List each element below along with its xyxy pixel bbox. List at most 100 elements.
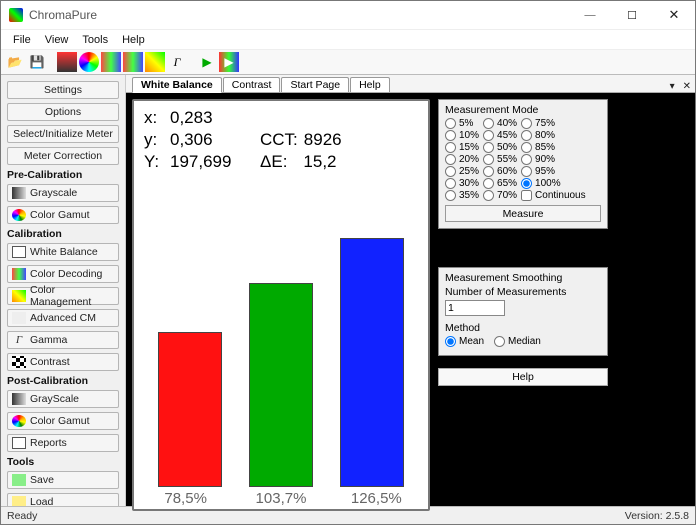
sidebar-color-decoding[interactable]: Color Decoding — [7, 265, 119, 283]
gamma-icon: Γ — [12, 334, 26, 346]
meas-radio-10%[interactable]: 10% — [445, 130, 479, 141]
meas-radio-45%[interactable]: 45% — [483, 130, 517, 141]
meas-radio-90%[interactable]: 90% — [521, 154, 586, 165]
gamut-icon — [12, 209, 26, 221]
meas-radio-75%[interactable]: 75% — [521, 118, 586, 129]
window-title: ChromaPure — [29, 8, 569, 22]
sidebar-contrast[interactable]: Contrast — [7, 353, 119, 371]
menu-bar: File View Tools Help — [1, 29, 695, 49]
bar-red-label: 78,5% — [143, 490, 229, 507]
meas-radio-60%[interactable]: 60% — [483, 166, 517, 177]
tab-contrast[interactable]: Contrast — [223, 77, 281, 92]
bar-labels: 78,5% 103,7% 126,5% — [134, 490, 428, 507]
y-value: 0,306 — [170, 129, 260, 151]
meas-radio-80%[interactable]: 80% — [521, 130, 586, 141]
menu-view[interactable]: View — [39, 32, 75, 48]
bar-blue-label: 126,5% — [333, 490, 419, 507]
meas-radio-100%[interactable]: 100% — [521, 178, 586, 189]
sidebar-group-tools: Tools — [7, 456, 119, 468]
stage: x: 0,283 y: 0,306 CCT: 8926 Y: 197,699 Δ… — [126, 93, 695, 506]
sidebar-color-management[interactable]: Color Management — [7, 287, 119, 305]
toolbar-cm-icon[interactable] — [145, 52, 165, 72]
meas-radio-25%[interactable]: 25% — [445, 166, 479, 177]
sidebar-white-balance[interactable]: White Balance — [7, 243, 119, 261]
tab-start-page[interactable]: Start Page — [281, 77, 349, 92]
tab-row: White Balance Contrast Start Page Help ▾… — [126, 75, 695, 93]
meas-radio-20%[interactable]: 20% — [445, 154, 479, 165]
sidebar-color-gamut[interactable]: Color Gamut — [7, 206, 119, 224]
meas-radio-65%[interactable]: 65% — [483, 178, 517, 189]
toolbar-grayscale-icon[interactable] — [57, 52, 77, 72]
sidebar-load[interactable]: Load — [7, 493, 119, 506]
close-button[interactable]: ✕ — [653, 1, 695, 29]
sidebar-advanced-cm[interactable]: Advanced CM — [7, 309, 119, 327]
status-left: Ready — [7, 510, 37, 522]
toolbar-play-multi-icon[interactable]: ▶ — [219, 52, 239, 72]
menu-tools[interactable]: Tools — [76, 32, 114, 48]
sidebar-reports[interactable]: Reports — [7, 434, 119, 452]
toolbar-open-icon[interactable]: 📂 — [5, 52, 25, 72]
meas-radio-70%[interactable]: 70% — [483, 190, 517, 201]
sidebar-save[interactable]: Save — [7, 471, 119, 489]
sidebar-options[interactable]: Options — [7, 103, 119, 121]
status-version: Version: 2.5.8 — [625, 510, 689, 522]
sidebar-group-postcal: Post-Calibration — [7, 375, 119, 387]
tab-white-balance[interactable]: White Balance — [132, 77, 222, 93]
toolbar-save-icon[interactable]: 💾 — [27, 52, 47, 72]
minimize-button[interactable]: — — [569, 1, 611, 29]
meas-radio-5%[interactable]: 5% — [445, 118, 479, 129]
sidebar: Settings Options Select/Initialize Meter… — [1, 75, 126, 506]
rgb-bars — [134, 211, 428, 487]
tab-dropdown-icon[interactable]: ▾ — [666, 81, 679, 92]
toolbar-gamut-icon[interactable] — [79, 52, 99, 72]
menu-help[interactable]: Help — [116, 32, 151, 48]
toolbar-gamma-icon[interactable]: Γ — [167, 52, 187, 72]
measurement-radio-grid: 5%10%15%20%25%30%35% 40%45%50%55%60%65%70… — [445, 118, 601, 201]
smoothing-num-input[interactable] — [445, 300, 505, 316]
toolbar-play-icon[interactable]: ▶ — [197, 52, 217, 72]
x-label: x: — [144, 107, 164, 129]
sidebar-gamma[interactable]: ΓGamma — [7, 331, 119, 349]
toolbar-rgb-icon[interactable] — [101, 52, 121, 72]
chart-card: x: 0,283 y: 0,306 CCT: 8926 Y: 197,699 Δ… — [132, 99, 430, 511]
meas-radio-50%[interactable]: 50% — [483, 142, 517, 153]
method-median[interactable]: Median — [494, 336, 541, 347]
meas-radio-85%[interactable]: 85% — [521, 142, 586, 153]
de-value: 15,2 — [303, 151, 336, 173]
meas-radio-55%[interactable]: 55% — [483, 154, 517, 165]
sidebar-select-meter[interactable]: Select/Initialize Meter — [7, 125, 119, 143]
toolbar-decode-icon[interactable] — [123, 52, 143, 72]
sidebar-post-grayscale[interactable]: GrayScale — [7, 390, 119, 408]
x-value: 0,283 — [170, 107, 213, 129]
meas-radio-40%[interactable]: 40% — [483, 118, 517, 129]
method-mean[interactable]: Mean — [445, 336, 484, 347]
colormanagement-icon — [12, 290, 26, 302]
smoothing-num-label: Number of Measurements — [445, 286, 601, 298]
measurement-mode-panel: Measurement Mode 5%10%15%20%25%30%35%40%… — [438, 99, 608, 229]
sidebar-settings[interactable]: Settings — [7, 81, 119, 99]
maximize-button[interactable]: ☐ — [611, 1, 653, 29]
sidebar-post-gamut[interactable]: Color Gamut — [7, 412, 119, 430]
contrast-icon — [12, 356, 26, 368]
meas-radio-95%[interactable]: 95% — [521, 166, 586, 177]
title-bar: ChromaPure — ☐ ✕ — [1, 1, 695, 29]
smoothing-method-label: Method — [445, 322, 601, 334]
sidebar-meter-correction[interactable]: Meter Correction — [7, 147, 119, 165]
tab-help[interactable]: Help — [350, 77, 390, 92]
tab-close-icon[interactable]: ✕ — [679, 81, 695, 92]
meas-radio-30%[interactable]: 30% — [445, 178, 479, 189]
sidebar-grayscale[interactable]: Grayscale — [7, 184, 119, 202]
load-icon — [12, 496, 26, 506]
help-button[interactable]: Help — [438, 368, 608, 386]
smoothing-title: Measurement Smoothing — [445, 272, 601, 284]
toolbar: 📂 💾 Γ ▶ ▶ — [1, 49, 695, 75]
meas-continuous[interactable]: Continuous — [521, 190, 586, 201]
meas-radio-15%[interactable]: 15% — [445, 142, 479, 153]
grayscale-icon — [12, 187, 26, 199]
meas-radio-35%[interactable]: 35% — [445, 190, 479, 201]
menu-file[interactable]: File — [7, 32, 37, 48]
colordecoding-icon — [12, 268, 26, 280]
workspace: White Balance Contrast Start Page Help ▾… — [126, 75, 695, 506]
sidebar-group-precal: Pre-Calibration — [7, 169, 119, 181]
measure-button[interactable]: Measure — [445, 205, 601, 222]
